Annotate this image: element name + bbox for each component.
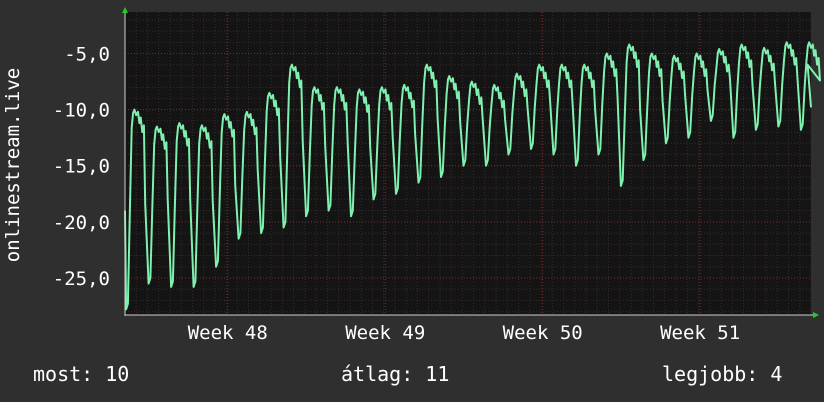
chart-stage: -5,0 -10,0 -15,0 -20,0 -25,0 Week 48 Week 49 W… xyxy=(0,0,824,402)
current-value: most: 10 xyxy=(33,362,130,386)
y-tick-label: -25,0 xyxy=(53,268,110,290)
best-value: legjobb: 4 xyxy=(662,362,783,386)
x-tick-label: Week 50 xyxy=(503,322,583,344)
y-axis-label: onlinestream.live xyxy=(2,68,24,262)
y-tick-label: -5,0 xyxy=(64,44,110,66)
average-value: átlag: 11 xyxy=(341,362,450,386)
x-axis-ticks: Week 48 Week 49 Week 50 Week 51 xyxy=(188,322,740,344)
x-tick-label: Week 51 xyxy=(660,322,740,344)
y-axis-ticks: -5,0 -10,0 -15,0 -20,0 -25,0 xyxy=(53,44,110,290)
line-chart: -5,0-10,0-15,0-20,0-25,0 Week 48 Week 49 W… xyxy=(2,7,821,344)
y-axis-arrow xyxy=(122,7,128,13)
x-tick-label: Week 48 xyxy=(188,322,268,344)
x-tick-label: Week 49 xyxy=(345,322,425,344)
y-tick-label: -20,0 xyxy=(53,212,110,234)
y-tick-label: -10,0 xyxy=(53,100,110,122)
x-axis-arrow xyxy=(813,312,819,318)
y-tick-label: -15,0 xyxy=(53,156,110,178)
